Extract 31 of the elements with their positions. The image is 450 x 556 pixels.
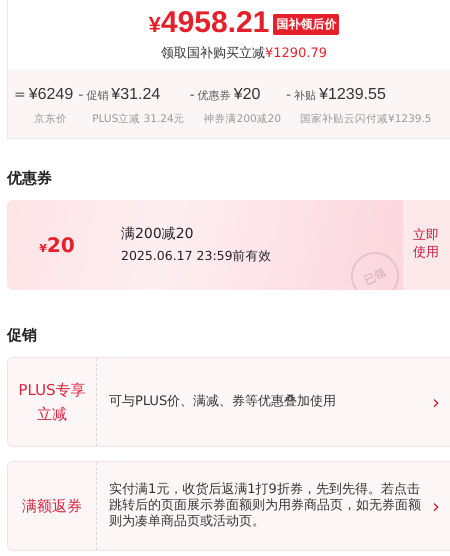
operator: - — [286, 87, 292, 103]
promotion-tag: 满额返券 — [8, 462, 97, 550]
breakdown-note: 神券满200减20 — [202, 112, 282, 126]
breakdown-label: 促销 — [86, 88, 108, 103]
promotion-description: 实付满1元，收货后返满1打9折券，先到先得。若点击跳转后的页面展示券面额则为用券商品页，如无券面额则为凑单商品页或活动页。 — [108, 480, 422, 532]
use-now-button[interactable]: 立即使用 — [403, 200, 450, 290]
section-title: 促销 — [7, 326, 38, 345]
operator: = — [14, 87, 26, 103]
breakdown-note: PLUS立减 31.24元 — [91, 112, 185, 126]
chevron-icon: › — [432, 494, 440, 518]
promotion-description: 可与PLUS价、满减、券等优惠叠加使用 — [108, 392, 338, 411]
breakdown-amount: ¥20 — [234, 86, 260, 104]
breakdown-note: 国家补贴云闪付减¥1239.5 — [299, 112, 432, 126]
subsidy-text: 领取国补购买立减¥1290.79 — [160, 45, 328, 62]
promotion-tag: PLUS专享立减 — [8, 358, 97, 446]
breakdown-label: 补贴 — [294, 88, 316, 103]
breakdown-amount: ¥1239.55 — [319, 86, 386, 104]
chevron-icon: › — [432, 390, 440, 414]
coupon-value: ¥20 — [38, 233, 76, 257]
operator: - — [190, 87, 195, 103]
promotion-card[interactable]: PLUS专享立减 可与PLUS价、满减、券等优惠叠加使用 › — [7, 357, 450, 447]
coupon-condition: 满200减20 — [121, 225, 195, 243]
breakdown-amount: ¥6249 — [28, 86, 74, 104]
price-badge: 国补领后价 — [273, 14, 340, 34]
breakdown-amount: ¥31.24 — [111, 86, 160, 104]
coupon-validity: 2025.06.17 23:59前有效 — [121, 248, 272, 265]
breakdown-note: 京东价 — [33, 112, 68, 126]
breakdown-label: 优惠券 — [198, 88, 231, 103]
operator: - — [78, 87, 84, 103]
price: ¥4958.21 — [148, 6, 270, 41]
section-title: 优惠券 — [7, 169, 53, 188]
